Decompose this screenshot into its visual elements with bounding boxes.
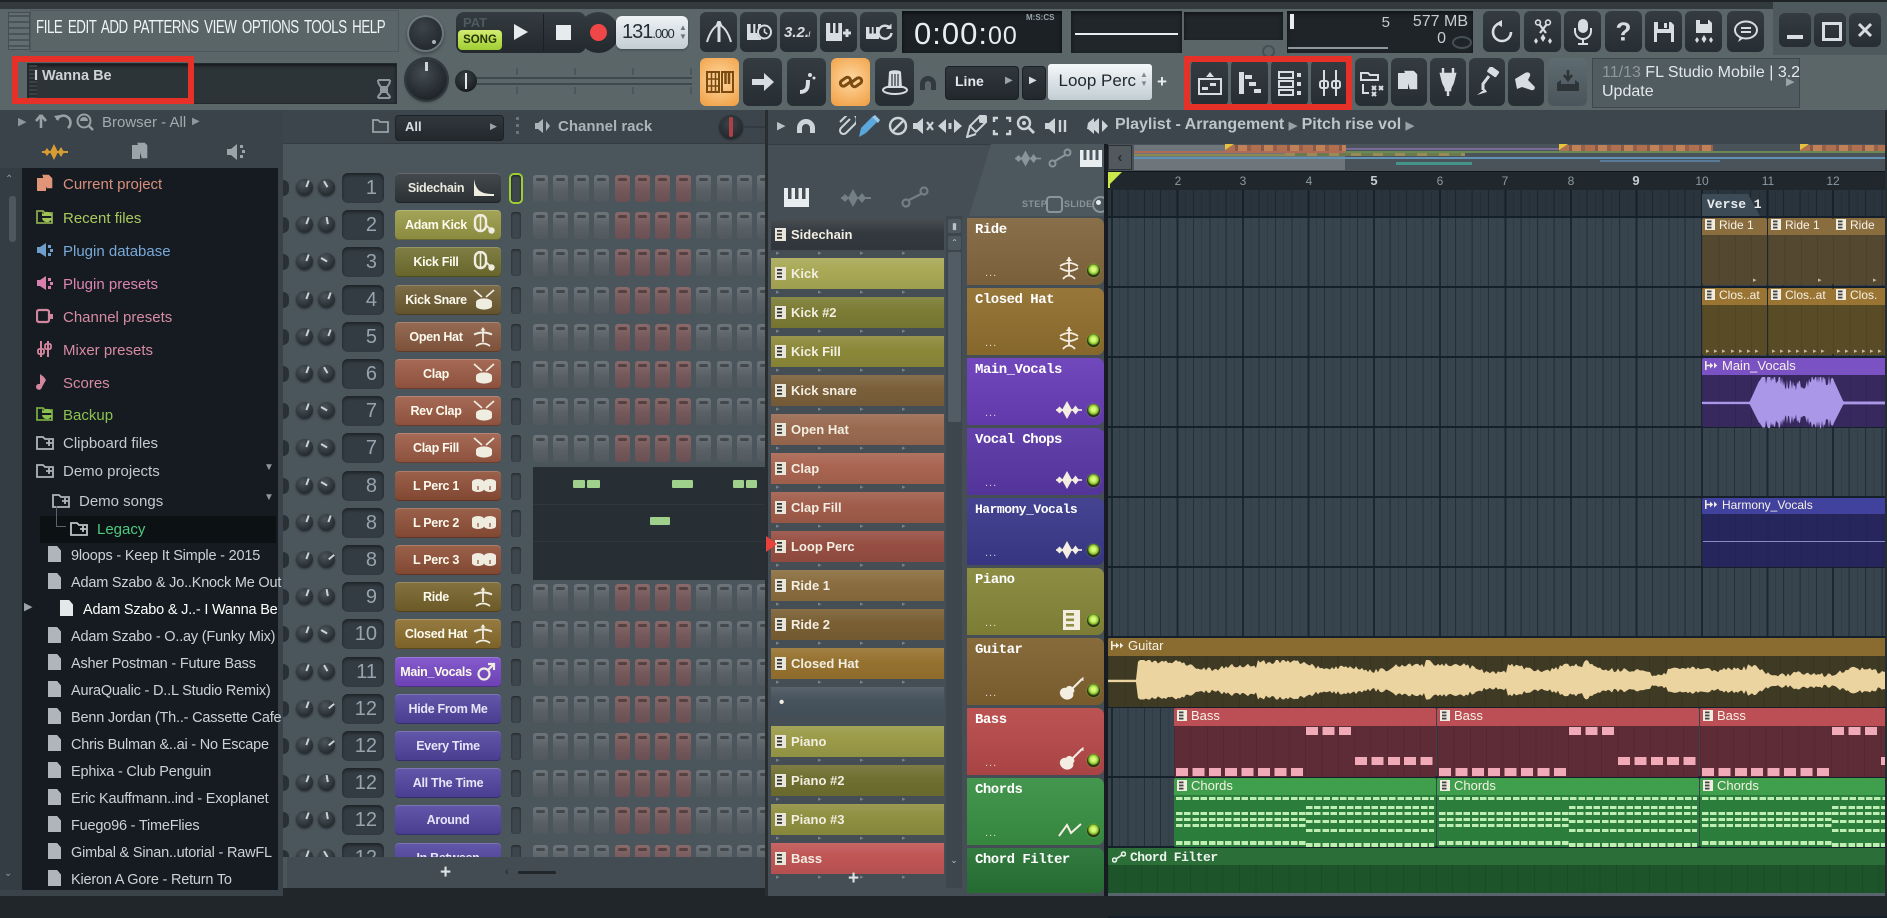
- svg-text:3.2.: 3.2.: [784, 24, 809, 41]
- svg-text:ı: ı: [808, 29, 811, 40]
